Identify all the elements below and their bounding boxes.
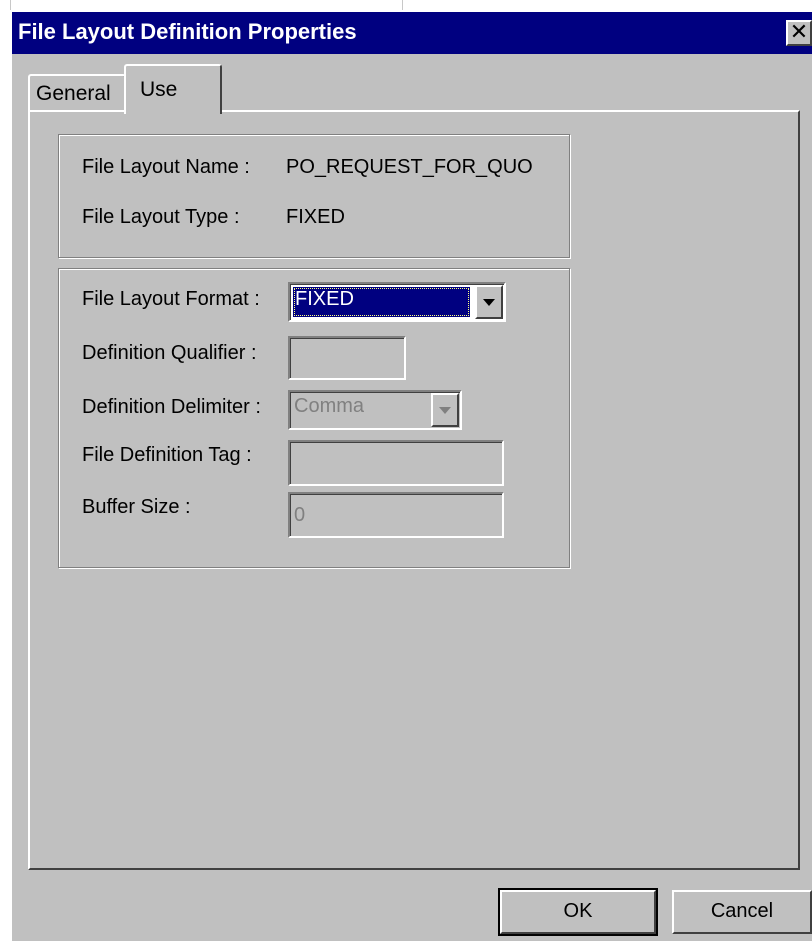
ok-button[interactable]: OK: [498, 888, 658, 936]
tab-general[interactable]: General: [28, 74, 126, 112]
divider: [10, 0, 11, 10]
buffer-size-value: 0: [294, 504, 306, 526]
file-definition-tag-field[interactable]: [288, 440, 504, 486]
layout-info-group: [58, 134, 570, 258]
close-button[interactable]: ✕: [786, 20, 812, 46]
definition-qualifier-label: Definition Qualifier :: [82, 342, 257, 364]
close-icon: ✕: [789, 19, 809, 44]
file-layout-format-select[interactable]: FIXED: [288, 282, 506, 322]
buffer-size-label: Buffer Size :: [82, 496, 191, 518]
definition-delimiter-select[interactable]: Comma: [288, 390, 462, 430]
file-definition-tag-label: File Definition Tag :: [82, 444, 252, 466]
file-layout-name-value: PO_REQUEST_FOR_QUO: [286, 156, 533, 178]
background-strip: [0, 0, 812, 10]
definition-delimiter-value: Comma: [294, 395, 365, 417]
title-bar[interactable]: File Layout Definition Properties ✕: [12, 12, 812, 54]
tab-use[interactable]: Use: [124, 64, 222, 114]
file-layout-type-label: File Layout Type :: [82, 206, 240, 228]
cancel-button-label: Cancel: [710, 900, 774, 922]
ok-button-label: OK: [563, 900, 593, 922]
delimiter-dropdown-button[interactable]: [431, 393, 459, 427]
tab-general-label: General: [36, 82, 111, 105]
file-layout-name-label: File Layout Name :: [82, 156, 250, 178]
chevron-down-icon: [483, 299, 495, 306]
cancel-button[interactable]: Cancel: [672, 890, 812, 934]
file-layout-format-value: FIXED: [293, 287, 470, 317]
file-layout-type-value: FIXED: [286, 206, 345, 228]
definition-qualifier-field[interactable]: [288, 336, 406, 380]
tab-use-label: Use: [140, 78, 178, 101]
definition-delimiter-label: Definition Delimiter :: [82, 396, 261, 418]
buffer-size-field[interactable]: 0: [288, 492, 504, 538]
format-dropdown-button[interactable]: [475, 285, 503, 319]
chevron-down-icon: [439, 407, 451, 414]
file-layout-format-label: File Layout Format :: [82, 288, 260, 310]
divider: [402, 0, 403, 10]
window-title: File Layout Definition Properties: [18, 19, 357, 44]
